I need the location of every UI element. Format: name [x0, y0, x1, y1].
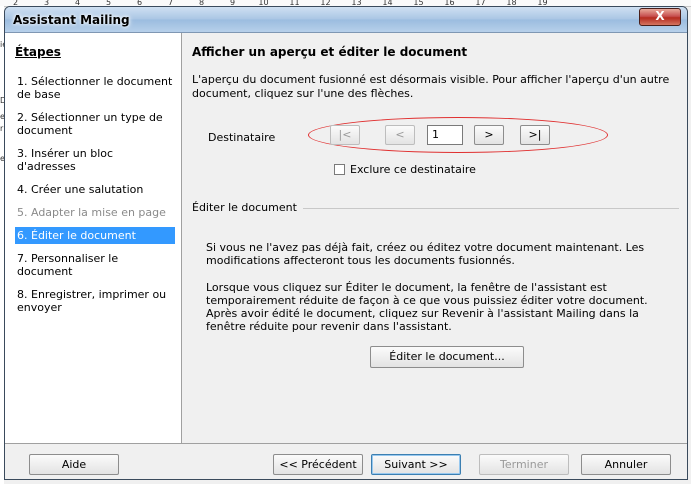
step-personalize-document[interactable]: 7. Personnaliser le document	[15, 250, 175, 280]
edit-instructions-paragraph: Lorsque vous cliquez sur Éditer le docum…	[206, 281, 648, 333]
exclude-recipient-label: Exclure ce destinataire	[350, 163, 476, 176]
close-button[interactable]: X	[639, 8, 681, 26]
edit-info-paragraph: Si vous ne l'avez pas déjà fait, créez o…	[206, 241, 645, 267]
page-title: Afficher un aperçu et éditer le document	[192, 45, 468, 59]
steps-title: Étapes	[15, 45, 61, 59]
help-button[interactable]: Aide	[29, 454, 119, 475]
window-title: Assistant Mailing	[13, 13, 130, 27]
step-select-base-document[interactable]: 1. Sélectionner le document de base	[15, 73, 175, 103]
steps-list: 1. Sélectionner le document de base 2. S…	[15, 73, 175, 322]
recipient-label: Destinataire	[208, 131, 276, 144]
background-char: r	[0, 124, 4, 133]
section-title-edit: Éditer le document	[192, 201, 303, 214]
exclude-recipient-checkbox[interactable]: Exclure ce destinataire	[334, 163, 476, 176]
edit-document-button[interactable]: Éditer le document...	[370, 346, 524, 368]
previous-recipient-button[interactable]: <	[385, 125, 415, 145]
previous-button[interactable]: << Précédent	[273, 454, 363, 475]
step-select-document-type[interactable]: 2. Sélectionner un type de document	[15, 109, 175, 139]
next-recipient-button[interactable]: >	[474, 125, 504, 145]
title-bar[interactable]: Assistant Mailing X	[5, 7, 687, 33]
step-create-salutation[interactable]: 4. Créer une salutation	[15, 181, 175, 198]
checkbox-box[interactable]	[334, 164, 345, 175]
step-adjust-layout: 5. Adapter la mise en page	[17, 206, 166, 219]
finish-button: Terminer	[479, 454, 569, 475]
next-button[interactable]: Suivant >>	[371, 454, 461, 475]
last-recipient-button[interactable]: >|	[520, 125, 550, 145]
first-recipient-button[interactable]: |<	[330, 125, 360, 145]
button-bar: Aide << Précédent Suivant >> Terminer An…	[5, 443, 687, 479]
step-save-print-send[interactable]: 8. Enregistrer, imprimer ou envoyer	[15, 286, 175, 316]
step-edit-document[interactable]: 6. Éditer le document	[15, 227, 175, 244]
step-insert-address-block[interactable]: 3. Insérer un bloc d'adresses	[15, 145, 175, 175]
recipient-number-input[interactable]: 1	[427, 125, 463, 145]
close-icon: X	[655, 9, 665, 23]
main-panel: Afficher un aperçu et éditer le document…	[182, 33, 687, 443]
intro-text: L'aperçu du document fusionné est désorm…	[192, 73, 670, 100]
steps-sidebar: Étapes 1. Sélectionner le document de ba…	[5, 33, 182, 443]
mailing-wizard-dialog: Assistant Mailing X Étapes 1. Sélectionn…	[4, 6, 688, 480]
cancel-button[interactable]: Annuler	[581, 454, 671, 475]
